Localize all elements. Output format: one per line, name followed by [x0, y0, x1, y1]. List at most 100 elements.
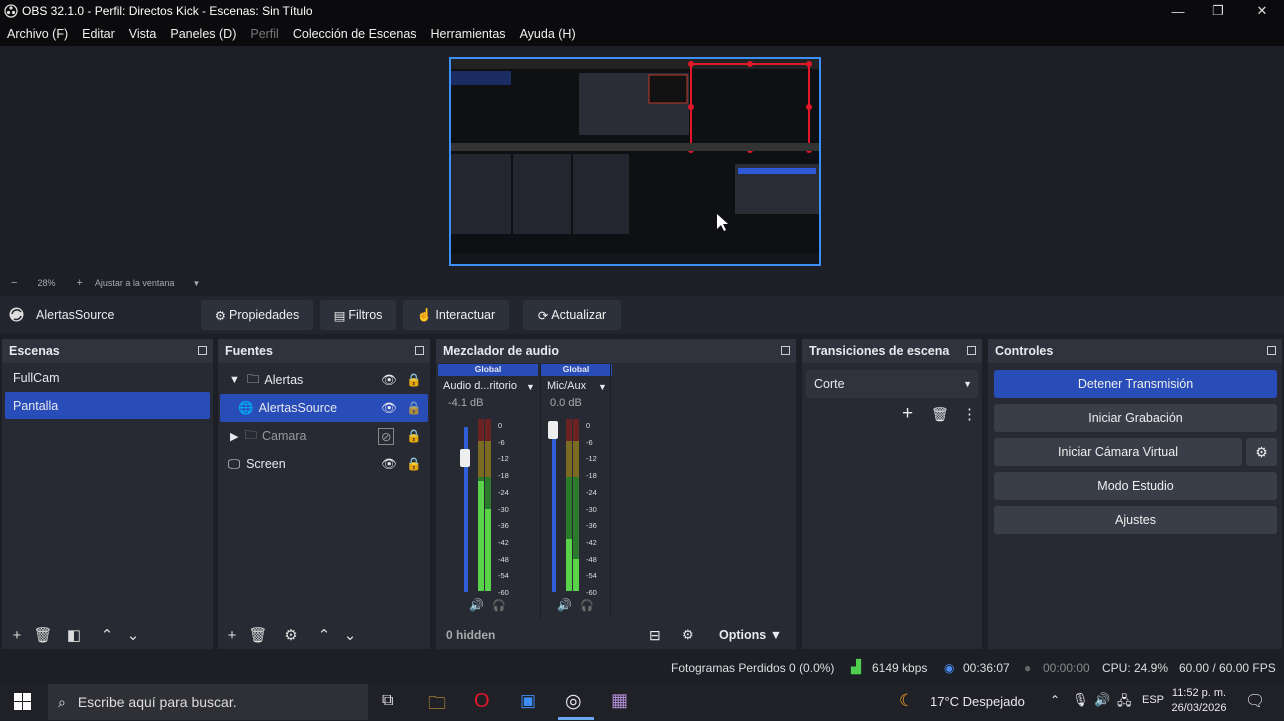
- volume-fader-2[interactable]: [552, 427, 556, 592]
- menu-herramientas[interactable]: Herramientas: [431, 27, 506, 41]
- layout-icon[interactable]: ⊟: [649, 627, 661, 644]
- microphone-icon[interactable]: 🎙: [1072, 692, 1089, 708]
- menu-paneles[interactable]: Paneles (D): [170, 27, 236, 41]
- preview-canvas[interactable]: [449, 57, 821, 266]
- undock-icon[interactable]: [198, 346, 207, 355]
- obs-taskbar-icon[interactable]: ◎: [565, 690, 582, 713]
- clock[interactable]: 11:52 p. m. 26/03/2026: [1168, 686, 1230, 716]
- scene-item-pantalla[interactable]: Pantalla: [5, 392, 210, 419]
- undock-icon[interactable]: [967, 346, 976, 355]
- menu-coleccion[interactable]: Colección de Escenas: [293, 27, 417, 41]
- windows-start-icon[interactable]: [14, 693, 31, 710]
- source-row-screen[interactable]: 🖵 Screen 👁 🔒: [218, 450, 430, 478]
- refresh-button[interactable]: ⟳ Actualizar: [523, 300, 621, 330]
- source-row-alertas[interactable]: ▼ 🗀 Alertas 👁 🔒: [218, 366, 430, 394]
- file-explorer-icon[interactable]: 🗀: [428, 691, 446, 721]
- trash-icon[interactable]: 🗑: [245, 623, 271, 647]
- lock-icon[interactable]: 🔒: [406, 401, 422, 416]
- lock-icon[interactable]: 🔒: [406, 457, 422, 472]
- minimize-icon[interactable]: —: [1156, 0, 1200, 22]
- source-row-camara[interactable]: ▶ 🗀 Camara ⊘ 🔒: [218, 422, 430, 450]
- channel-menu-icon[interactable]: ▼: [598, 382, 607, 392]
- mixer-options-button[interactable]: Options ▼: [719, 628, 782, 642]
- channel-name[interactable]: Audio d...ritorio: [438, 380, 538, 392]
- collapse-icon[interactable]: ▼: [229, 374, 240, 386]
- close-icon[interactable]: ✕: [1240, 0, 1284, 22]
- headphones-icon[interactable]: 🎧: [492, 599, 506, 612]
- app-icon[interactable]: ▦: [611, 690, 628, 711]
- opera-icon[interactable]: O: [474, 690, 490, 713]
- add-source-icon[interactable]: +: [219, 623, 245, 647]
- menu-perfil[interactable]: Perfil: [250, 27, 278, 41]
- eye-icon[interactable]: 👁: [381, 401, 397, 416]
- studio-mode-button[interactable]: Modo Estudio: [994, 472, 1277, 500]
- source-row-alertassource[interactable]: 🌐 AlertasSource 👁 🔒: [220, 394, 428, 422]
- channel-divider: [610, 364, 611, 619]
- volume-icon[interactable]: 🔊: [1094, 692, 1110, 708]
- store-icon[interactable]: ▣: [520, 691, 536, 711]
- speaker-icon[interactable]: 🔊: [557, 598, 572, 612]
- add-transition-icon[interactable]: +: [902, 403, 913, 425]
- sources-title: Fuentes: [225, 344, 273, 358]
- eye-icon[interactable]: 👁: [381, 373, 397, 388]
- interact-button[interactable]: ☝ Interactuar: [403, 300, 509, 330]
- task-view-icon[interactable]: ⧉: [382, 692, 393, 710]
- fader-handle-1[interactable]: [460, 449, 470, 467]
- virtual-camera-settings-button[interactable]: ⚙: [1246, 438, 1277, 466]
- zoom-fit-label[interactable]: Ajustar a la ventana: [95, 278, 175, 288]
- taskbar-search[interactable]: ⌕ Escribe aquí para buscar.: [48, 684, 368, 720]
- language-indicator[interactable]: ESP: [1142, 694, 1164, 706]
- menu-archivo[interactable]: Archivo (F): [7, 27, 68, 41]
- start-recording-button[interactable]: Iniciar Grabación: [994, 404, 1277, 432]
- undock-icon[interactable]: [1267, 346, 1276, 355]
- zoom-in-icon[interactable]: +: [76, 277, 82, 289]
- chevron-up-icon[interactable]: ⌃: [1050, 693, 1060, 707]
- trash-icon[interactable]: 🗑: [931, 406, 949, 423]
- menu-vista[interactable]: Vista: [129, 27, 157, 41]
- audio-mixer-dock: Mezclador de audio Global Audio d...rito…: [436, 339, 796, 649]
- channel-menu-icon[interactable]: ▼: [526, 382, 535, 392]
- zoom-out-icon[interactable]: −: [11, 277, 17, 289]
- expand-icon[interactable]: ▶: [230, 430, 238, 443]
- move-up-icon[interactable]: ⌃: [311, 623, 337, 647]
- transition-select[interactable]: Corte ▼: [806, 370, 978, 398]
- source-label: AlertasSource: [258, 401, 338, 415]
- settings-button[interactable]: Ajustes: [994, 506, 1277, 534]
- move-up-icon[interactable]: ⌃: [94, 623, 120, 647]
- lock-icon[interactable]: 🔒: [406, 429, 422, 444]
- scenes-title: Escenas: [9, 344, 60, 358]
- menu-ayuda[interactable]: Ayuda (H): [520, 27, 576, 41]
- speaker-icon[interactable]: 🔊: [469, 598, 484, 612]
- eye-icon[interactable]: 👁: [381, 457, 397, 472]
- mixer-settings-icon[interactable]: ⚙: [682, 627, 694, 643]
- chevron-down-icon: ▼: [963, 379, 972, 389]
- menu-editar[interactable]: Editar: [82, 27, 115, 41]
- zoom-dropdown-icon[interactable]: ▼: [192, 279, 200, 288]
- move-down-icon[interactable]: ⌄: [337, 623, 363, 647]
- add-scene-icon[interactable]: +: [4, 623, 30, 647]
- source-properties-icon[interactable]: ⚙: [278, 623, 304, 647]
- scene-item-fullcam[interactable]: FullCam: [5, 364, 210, 391]
- browser-source-icon: [9, 307, 24, 322]
- undock-icon[interactable]: [781, 346, 790, 355]
- virtual-camera-button[interactable]: Iniciar Cámara Virtual: [994, 438, 1242, 466]
- record-icon: ●: [1024, 661, 1032, 675]
- eye-hidden-icon[interactable]: ⊘: [378, 427, 395, 445]
- undock-icon[interactable]: [415, 346, 424, 355]
- status-bar: Fotogramas Perdidos 0 (0.0%) ▟ 6149 kbps…: [0, 655, 1284, 681]
- trash-icon[interactable]: 🗑: [30, 623, 56, 647]
- move-down-icon[interactable]: ⌄: [120, 623, 146, 647]
- lock-icon[interactable]: 🔒: [406, 373, 422, 388]
- filters-button[interactable]: ▤ Filtros: [320, 300, 396, 330]
- restore-icon[interactable]: ❐: [1196, 0, 1240, 22]
- fader-handle-2[interactable]: [548, 421, 558, 439]
- headphones-icon[interactable]: 🎧: [580, 599, 594, 612]
- more-options-icon[interactable]: ⋮: [962, 405, 977, 423]
- scene-filters-icon[interactable]: ◧: [61, 623, 87, 647]
- stop-stream-button[interactable]: Detener Transmisión: [994, 370, 1277, 398]
- weather-text[interactable]: 17°C Despejado: [930, 694, 1025, 709]
- network-icon[interactable]: 🖧: [1117, 692, 1132, 714]
- notifications-icon[interactable]: 🗨: [1245, 691, 1265, 711]
- pointer-icon: ☝: [416, 307, 433, 322]
- properties-button[interactable]: ⚙ Propiedades: [201, 300, 313, 330]
